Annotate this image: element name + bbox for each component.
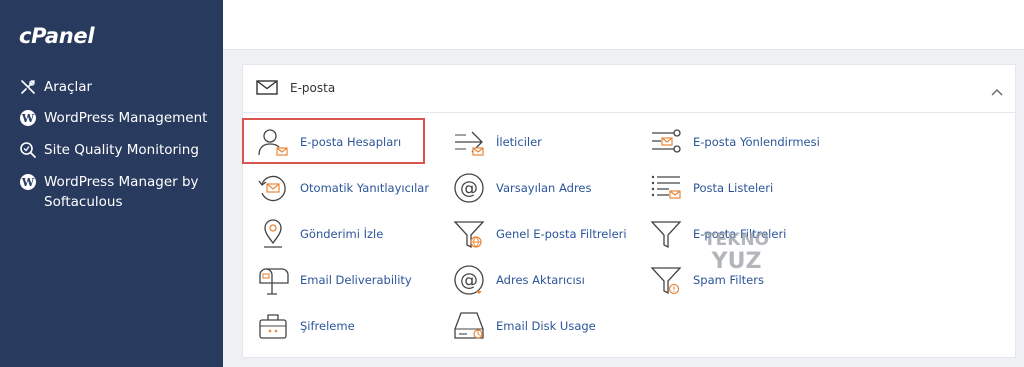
wordpress-icon: W	[19, 109, 37, 127]
track-delivery-link[interactable]: Gönderimi İzle	[256, 217, 383, 251]
svg-text:@: @	[460, 270, 478, 291]
email-panel: E-posta	[242, 64, 1016, 358]
encryption-icon	[256, 309, 290, 343]
sidebar-item-site-quality-monitoring[interactable]: Site Quality Monitoring	[19, 140, 214, 160]
global-filter-icon	[452, 217, 486, 251]
item-label: Gönderimi İzle	[300, 227, 384, 241]
sidebar-item-wordpress-manager[interactable]: W WordPress Manager by Softaculous	[19, 172, 214, 212]
email-deliverability-link[interactable]: Email Deliverability	[256, 263, 412, 297]
at-sign-icon: @	[452, 171, 486, 205]
envelope-icon	[256, 80, 278, 99]
panel-header[interactable]: E-posta	[243, 65, 1015, 113]
email-routing-link[interactable]: E-posta Yönlendirmesi	[649, 125, 820, 159]
sidebar-item-label: WordPress Management	[44, 110, 208, 126]
email-routing-icon	[649, 125, 683, 159]
track-delivery-icon	[256, 217, 290, 251]
chevron-up-icon[interactable]	[991, 81, 1003, 100]
wordpress-icon: W	[19, 173, 37, 191]
item-label: İleticiler	[496, 135, 542, 149]
highlight-box	[242, 118, 425, 164]
item-label: Adres Aktarıcısı	[496, 273, 585, 287]
sidebar-item-wordpress-management[interactable]: W WordPress Management	[19, 108, 214, 128]
sidebar-item-araclar[interactable]: Araçlar	[19, 77, 214, 97]
watermark-logo: TEKNO YUZ	[704, 230, 770, 274]
item-label: Posta Listeleri	[693, 181, 774, 195]
address-importer-link[interactable]: @ Adres Aktarıcısı	[452, 263, 585, 297]
search-quality-icon	[19, 141, 37, 159]
email-disk-usage-link[interactable]: Email Disk Usage	[452, 309, 596, 343]
panel-title: E-posta	[290, 81, 336, 95]
default-address-link[interactable]: @ Varsayılan Adres	[452, 171, 591, 205]
top-bar	[223, 0, 1024, 50]
global-email-filters-link[interactable]: Genel E-posta Filtreleri	[452, 217, 627, 251]
item-label: Email Disk Usage	[496, 319, 596, 333]
mailbox-icon	[256, 263, 290, 297]
forwarders-link[interactable]: İleticiler	[452, 125, 542, 159]
item-label: Varsayılan Adres	[496, 181, 592, 195]
tools-icon	[19, 78, 37, 96]
sidebar-item-label: WordPress Manager by Softaculous	[44, 174, 199, 210]
encryption-link[interactable]: Şifreleme	[256, 309, 355, 343]
sidebar-item-label: Araçlar	[44, 79, 93, 95]
item-label: Genel E-posta Filtreleri	[496, 227, 627, 241]
address-importer-icon: @	[452, 263, 486, 297]
sidebar-item-label: Site Quality Monitoring	[44, 142, 199, 158]
mailing-list-icon	[649, 171, 683, 205]
disk-usage-icon	[452, 309, 486, 343]
email-filter-icon	[649, 217, 683, 251]
item-label: Şifreleme	[300, 319, 355, 333]
svg-text:W: W	[21, 112, 35, 125]
autoresponder-icon	[256, 171, 290, 205]
autoresponders-link[interactable]: Otomatik Yanıtlayıcılar	[256, 171, 429, 205]
item-label: Email Deliverability	[300, 273, 412, 287]
mailing-lists-link[interactable]: Posta Listeleri	[649, 171, 773, 205]
item-label: E-posta Yönlendirmesi	[693, 135, 820, 149]
forwarders-icon	[452, 125, 486, 159]
sidebar: cPanel Araçlar W WordPress Management Si…	[0, 0, 223, 367]
svg-text:@: @	[460, 178, 478, 199]
svg-text:W: W	[21, 176, 35, 189]
item-label: Otomatik Yanıtlayıcılar	[300, 181, 430, 195]
spam-filter-icon	[649, 263, 683, 297]
item-label: Spam Filters	[693, 273, 764, 287]
cpanel-logo[interactable]: cPanel	[19, 24, 95, 48]
